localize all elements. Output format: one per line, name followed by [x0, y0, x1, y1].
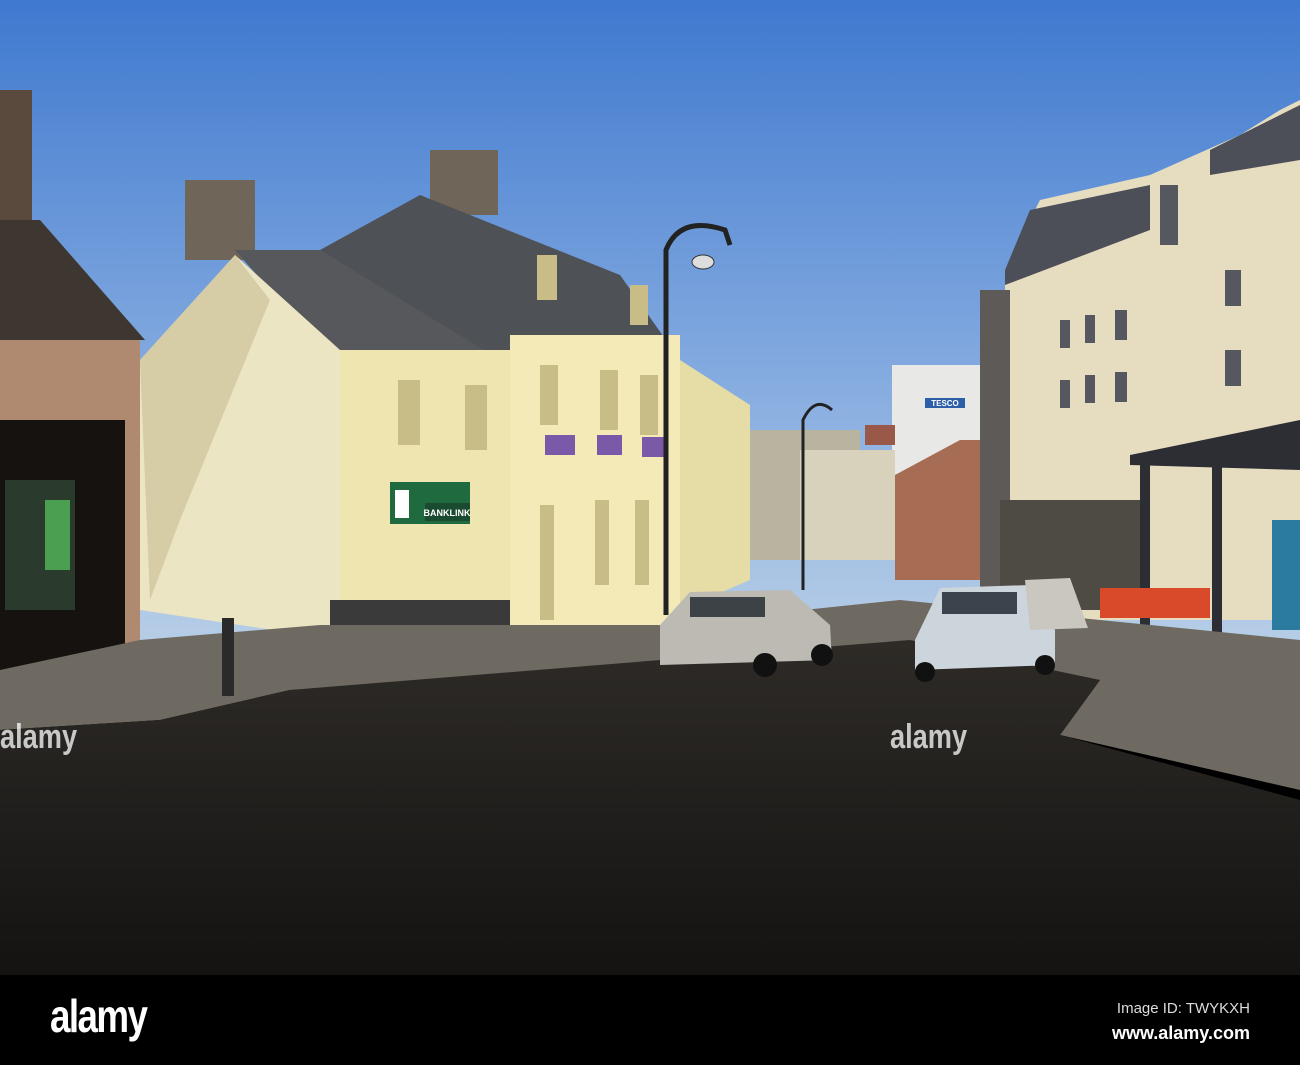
- tesco-sign: TESCO: [931, 399, 959, 408]
- banklink-sign: BANKLINK: [424, 508, 471, 518]
- bollard: [222, 618, 234, 696]
- alamy-logo: alamy: [50, 990, 148, 1042]
- watermark-logo: alamy: [890, 718, 968, 756]
- red-barriers: [1100, 588, 1210, 618]
- stock-photo: TESCO BANKLINK alamy alamy alamy Image I…: [0, 0, 1300, 1065]
- website-link[interactable]: www.alamy.com: [1112, 1023, 1250, 1044]
- street-scene-photo: TESCO BANKLINK: [0, 0, 1300, 975]
- image-id: Image ID: TWYKXH: [1116, 1000, 1250, 1017]
- footer-bar: alamy Image ID: TWYKXH www.alamy.com: [0, 975, 1300, 1065]
- watermark-logo: alamy: [0, 718, 78, 756]
